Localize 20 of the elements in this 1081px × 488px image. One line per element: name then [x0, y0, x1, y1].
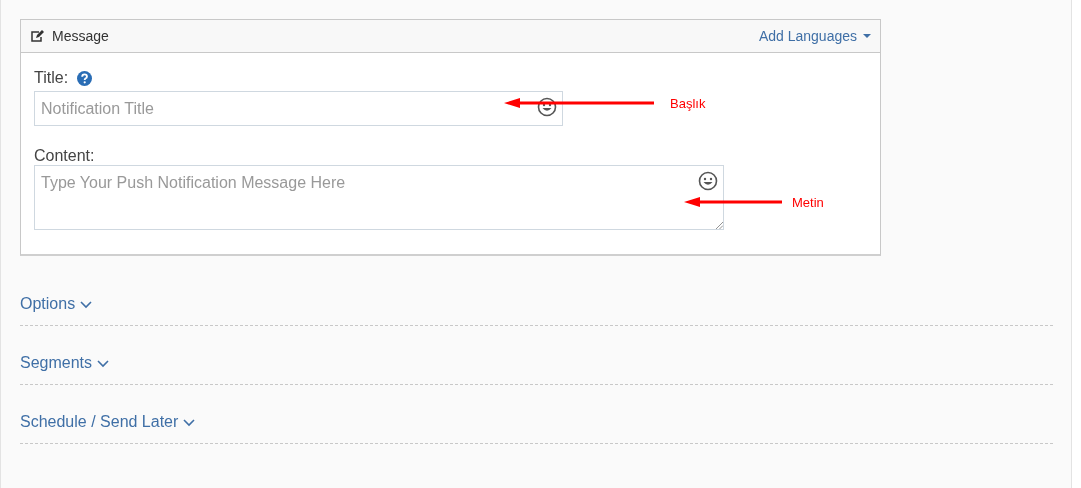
annotation-label: Metin [792, 194, 824, 212]
title-input[interactable]: Notification Title [34, 91, 563, 126]
chevron-icon [97, 358, 110, 368]
chevron-icon [183, 417, 196, 427]
section-toggle[interactable]: Schedule / Send Later [20, 410, 196, 434]
chevron-icon [80, 299, 93, 309]
content-textarea[interactable]: Type Your Push Notification Message Here [34, 165, 724, 230]
help-icon[interactable] [77, 70, 93, 86]
add-languages-dropdown[interactable]: Add Languages [758, 25, 871, 47]
caret-icon [863, 33, 871, 39]
edit-icon [30, 29, 44, 43]
field-label: Content: [34, 146, 96, 164]
section-toggle[interactable]: Options [20, 292, 93, 316]
smiley-icon[interactable] [537, 97, 557, 117]
field-label: Title: [34, 68, 69, 88]
section-toggle[interactable]: Segments [20, 351, 110, 375]
resize-handle-icon[interactable] [716, 222, 723, 229]
smiley-icon[interactable] [698, 171, 718, 191]
annotation-label: Başlık [670, 95, 706, 113]
panel-title: Message [52, 26, 109, 46]
